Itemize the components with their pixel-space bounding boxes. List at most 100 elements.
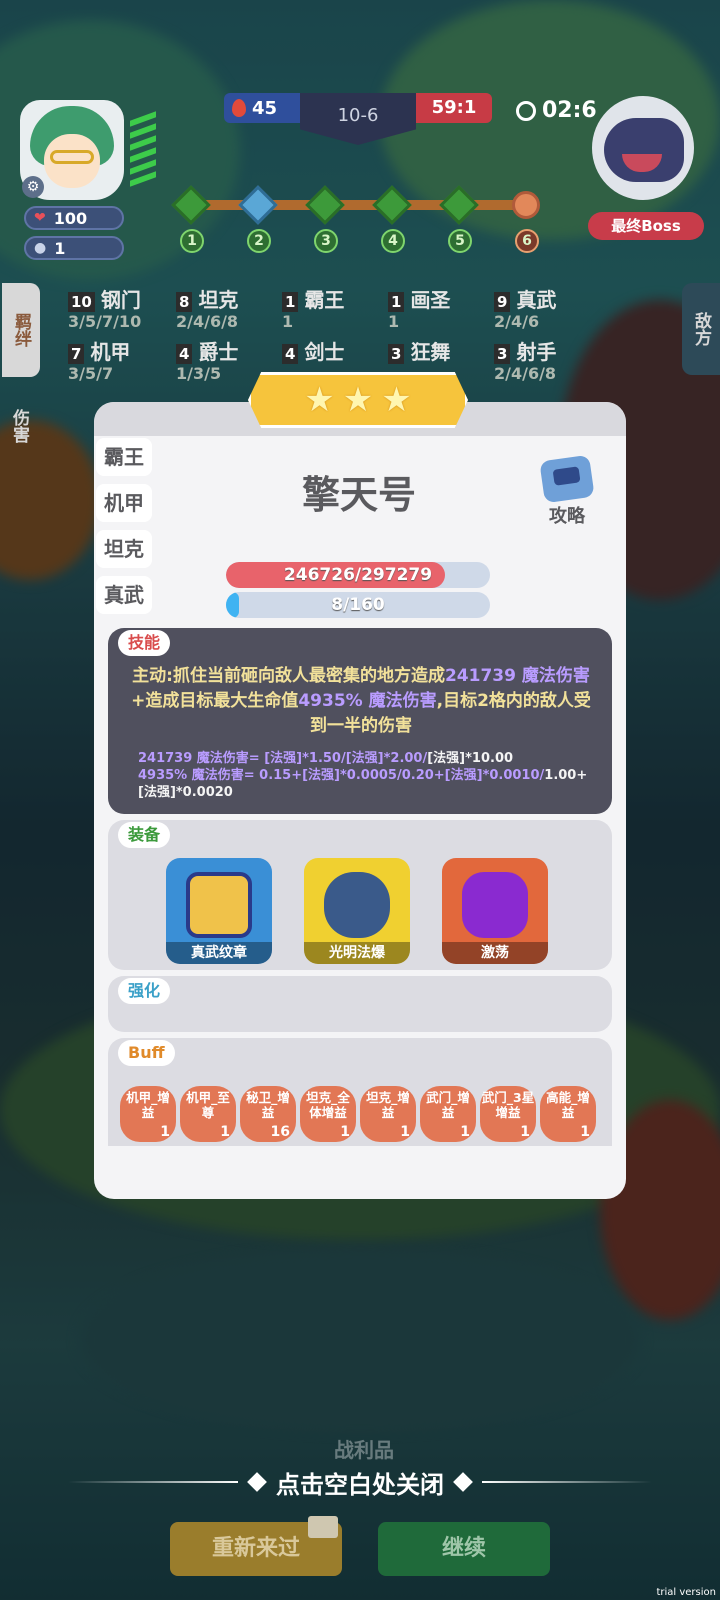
buff-stack: 1	[220, 1124, 230, 1140]
formula-text: 4935% 魔法伤害= 0.15+[法强]*0.0005/0.20+[法强]*0…	[138, 768, 545, 783]
trait-count: 1	[388, 292, 405, 312]
trait-item[interactable]: 1 霸王 1	[282, 290, 344, 332]
trait-item[interactable]: 3 狂舞	[388, 342, 450, 364]
buff-item[interactable]: 机甲_至尊 1	[180, 1086, 236, 1142]
star-icon: ★	[304, 380, 335, 420]
buff-item[interactable]: 坦克_增益 1	[360, 1086, 416, 1142]
buff-name: 坦克_全体增益	[306, 1090, 350, 1120]
equipment-item[interactable]: 光明法爆	[304, 858, 410, 964]
buff-stack: 1	[580, 1124, 590, 1140]
player-avatar[interactable]: ⚙	[20, 96, 138, 200]
hp-value: 100	[53, 208, 88, 228]
equipment-item[interactable]: 激荡	[442, 858, 548, 964]
divider-line	[482, 1481, 652, 1483]
graduation-cap-icon	[539, 454, 595, 504]
buff-item[interactable]: 坦克_全体增益 1	[300, 1086, 356, 1142]
buff-item[interactable]: 高能_增益 1	[540, 1086, 596, 1142]
boss-label: 最终Boss	[588, 212, 704, 240]
buff-item[interactable]: 机甲_增益 1	[120, 1086, 176, 1142]
buff-name: 秘卫_增益	[246, 1090, 290, 1120]
buff-item[interactable]: 武门_3星增益 1	[480, 1086, 536, 1142]
timer: 02:6	[516, 98, 597, 123]
guide-button[interactable]: 攻略	[534, 454, 600, 530]
skill-text: +造成目标最大生命值	[131, 691, 299, 711]
diamond-icon	[247, 1472, 267, 1492]
close-hint[interactable]: 点击空白处关闭	[0, 1462, 720, 1502]
trait-item[interactable]: 8 坦克 2/4/6/8	[176, 290, 238, 332]
clock-icon	[516, 100, 536, 121]
buff-stack: 1	[520, 1124, 530, 1140]
trait-levels: 1	[282, 312, 294, 331]
blood-drop-icon	[232, 99, 246, 117]
equipment-name: 光明法爆	[304, 942, 410, 964]
tab-damage[interactable]: 伤害	[0, 394, 38, 458]
enhance-section: 强化	[108, 976, 612, 1032]
star-rating: ★ ★ ★	[248, 372, 468, 428]
orb-icon	[462, 872, 528, 938]
trait-levels: 3/5/7	[68, 364, 114, 383]
trait-item[interactable]: 10 钢门 3/5/7/10	[68, 290, 141, 332]
trait-name: 机甲	[90, 340, 131, 364]
trait-levels: 2/4/6/8	[494, 364, 557, 383]
trait-item[interactable]: 9 真武 2/4/6	[494, 290, 556, 332]
tab-bond[interactable]: 羁绊	[2, 283, 40, 377]
unit-name: 擎天号	[301, 473, 416, 517]
stage-number: 4	[381, 229, 405, 253]
trait-item[interactable]: 4 剑士	[282, 342, 344, 364]
buff-stack: 1	[400, 1124, 410, 1140]
tab-enemy[interactable]: 敌方	[682, 283, 720, 375]
retry-button[interactable]: 重新来过	[170, 1516, 342, 1576]
hero-trait-item[interactable]: 坦克	[96, 530, 152, 568]
trait-item[interactable]: 3 射手 2/4/6/8	[494, 342, 556, 384]
coin-icon: ●	[34, 240, 47, 256]
star-icon: ★	[342, 380, 374, 420]
continue-button[interactable]: 继续	[378, 1522, 550, 1576]
equipment-item[interactable]: 真武纹章	[166, 858, 272, 964]
trait-item[interactable]: 1 画圣 1	[388, 290, 450, 332]
close-hint-text: 点击空白处关闭	[276, 1470, 444, 1499]
hero-trait-item[interactable]: 霸王	[96, 438, 152, 476]
trait-item[interactable]: 7 机甲 3/5/7	[68, 342, 130, 384]
hero-trait-item[interactable]: 机甲	[96, 484, 152, 522]
trait-name: 爵士	[198, 340, 239, 364]
tab-enemy-label: 敌方	[691, 312, 711, 346]
trait-levels: 2/4/6	[494, 312, 540, 331]
skill-formula: 241739 魔法伤害= [法强]*1.50/[法强]*2.00/[法强]*10…	[138, 750, 598, 801]
stage-number: 3	[314, 229, 338, 253]
stage-node-4	[372, 185, 412, 225]
buff-item[interactable]: 秘卫_增益 16	[240, 1086, 296, 1142]
buff-item[interactable]: 武门_增益 1	[420, 1086, 476, 1142]
mana-bar: 8/160	[226, 592, 490, 618]
guide-label: 攻略	[549, 506, 585, 527]
mana-bar-text: 8/160	[331, 595, 385, 615]
tab-damage-label: 伤害	[9, 409, 29, 443]
hero-trait-item[interactable]: 真武	[96, 576, 152, 614]
buff-name: 高能_增益	[546, 1090, 590, 1120]
formula-text: [法强]*10.00	[427, 751, 514, 766]
stage-node-2	[238, 185, 278, 225]
star-icon: ★	[381, 380, 412, 420]
trait-count: 8	[176, 292, 193, 312]
stage-node-3	[305, 185, 345, 225]
trait-levels: 1/3/5	[176, 364, 222, 383]
trait-name: 霸王	[304, 288, 345, 312]
buff-stack: 1	[460, 1124, 470, 1140]
trait-count: 10	[68, 292, 95, 312]
stage-node-1	[171, 185, 211, 225]
stage-number: 5	[448, 229, 472, 253]
buff-name: 机甲_至尊	[186, 1090, 230, 1120]
trait-name: 坦克	[198, 288, 239, 312]
continue-label: 继续	[441, 1536, 486, 1561]
buff-name: 机甲_增益	[126, 1090, 170, 1120]
trait-levels: 1	[388, 312, 400, 331]
trait-count: 4	[282, 344, 299, 364]
timer-value: 02:6	[542, 98, 597, 123]
score-left: 45	[224, 93, 300, 123]
skill-text: 主动:抓住当前砸向敌人最密集的地方造成	[132, 666, 445, 686]
trait-item[interactable]: 4 爵士 1/3/5	[176, 342, 238, 384]
trait-count: 7	[68, 344, 85, 364]
trait-count: 4	[176, 344, 193, 364]
gear-icon[interactable]: ⚙	[22, 176, 44, 198]
boss-portrait[interactable]	[592, 96, 694, 200]
skill-section: 技能 主动:抓住当前砸向敌人最密集的地方造成241739 魔法伤害 +造成目标最大…	[108, 628, 612, 814]
